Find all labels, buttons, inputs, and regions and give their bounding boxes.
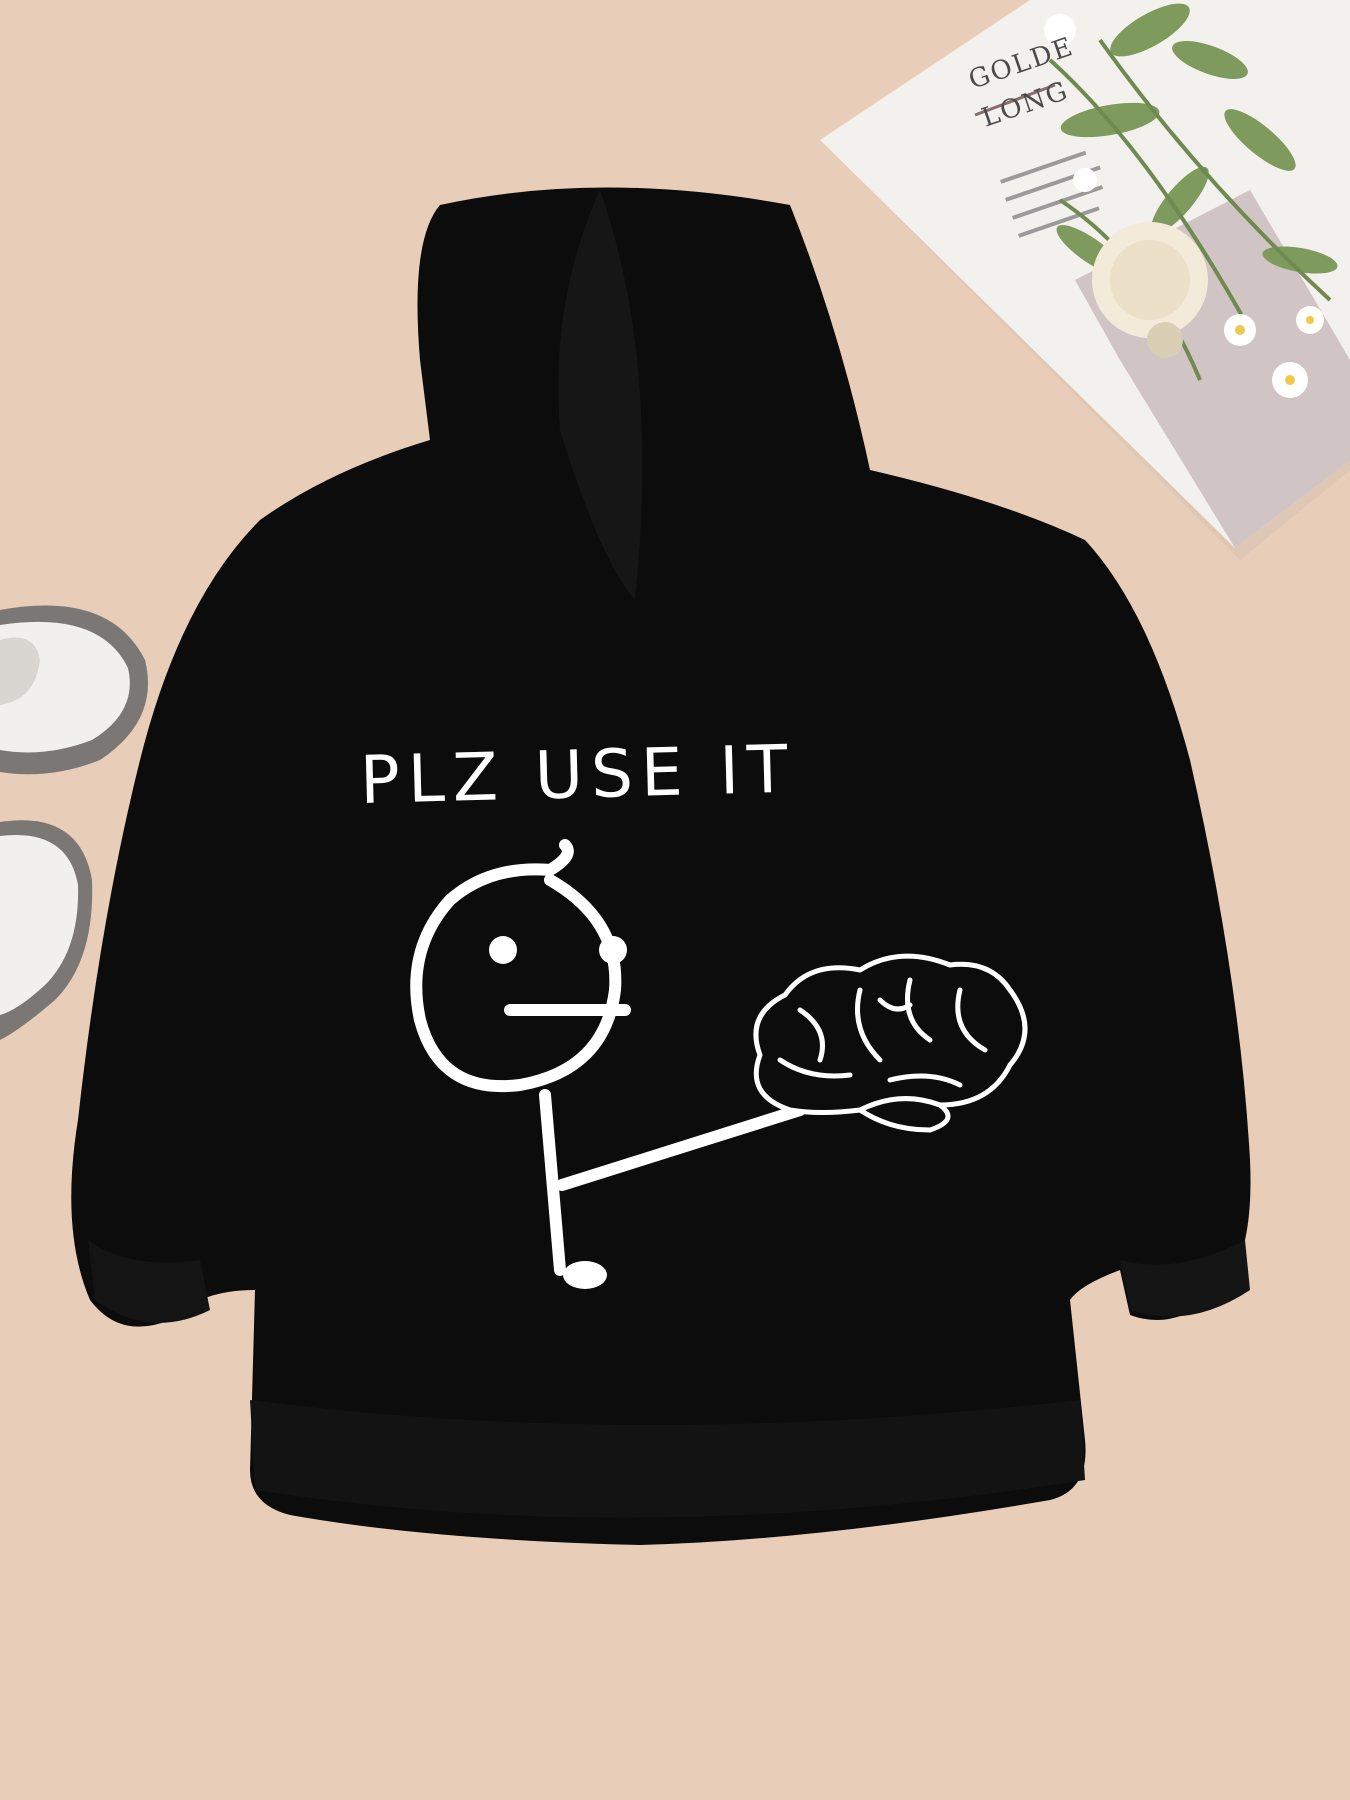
product-photo: PLZ USE IT GOLDE LONG [0, 0, 1350, 1800]
print-slogan: PLZ USE IT [359, 730, 797, 820]
photo-illustration [0, 0, 1350, 1800]
